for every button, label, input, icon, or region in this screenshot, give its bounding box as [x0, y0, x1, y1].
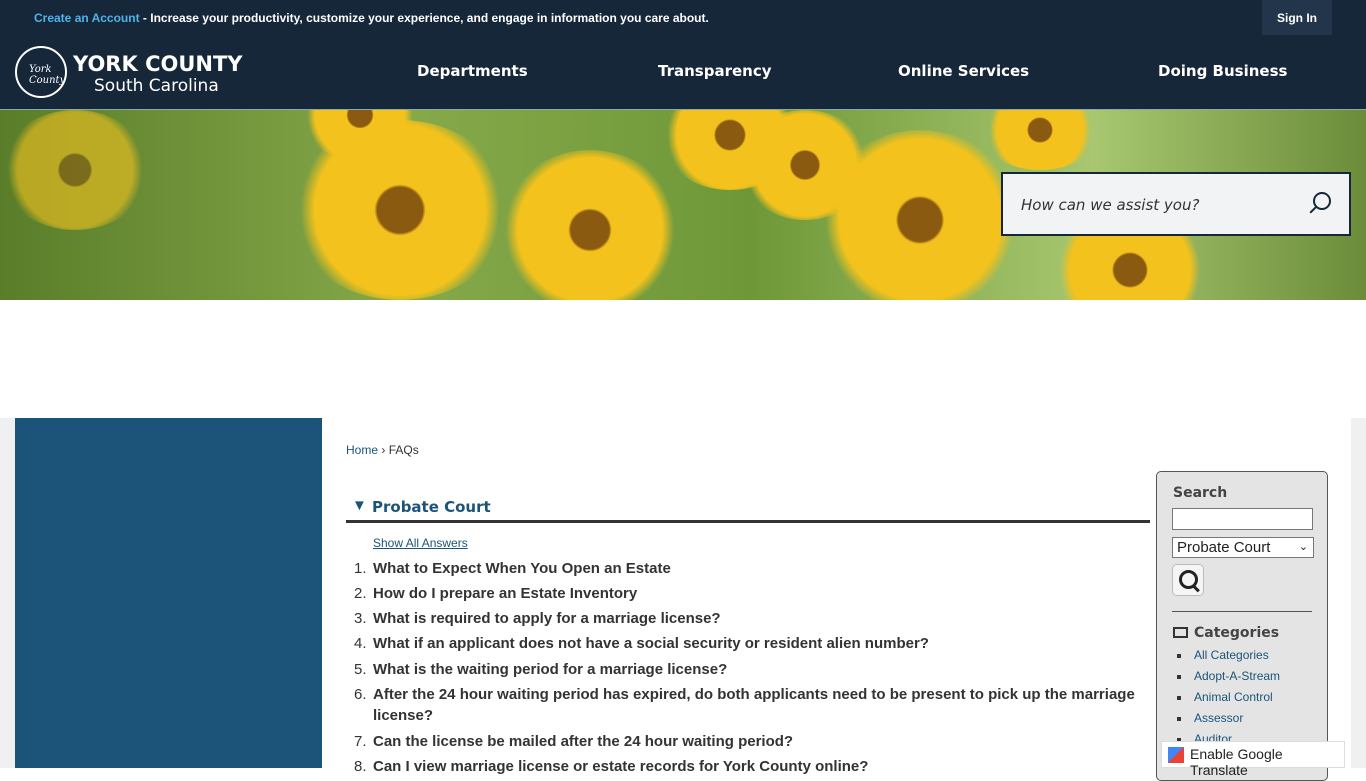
breadcrumb: Home › FAQs: [346, 443, 419, 457]
account-promo-text: - Increase your productivity, customize …: [139, 11, 709, 25]
faq-item[interactable]: 7. Can the license be mailed after the 24…: [346, 731, 1150, 752]
left-sidebar: [15, 418, 322, 768]
faq-item[interactable]: 8. Can I view marriage license or estate …: [346, 756, 1150, 777]
logo-title: YORK COUNTY: [73, 52, 243, 76]
create-account-link[interactable]: Create an Account: [34, 11, 140, 25]
google-translate-icon: [1168, 747, 1184, 763]
faq-item[interactable]: 5. What is the waiting period for a marri…: [346, 659, 1150, 680]
county-seal-icon: York County: [15, 46, 67, 98]
logo-subtitle: South Carolina: [94, 76, 219, 96]
account-message: Create an Account - Increase your produc…: [34, 11, 709, 25]
search-icon[interactable]: [1313, 192, 1331, 210]
logo[interactable]: York County YORK COUNTY South Carolina: [15, 42, 255, 102]
divider: [1172, 611, 1312, 612]
category-select[interactable]: Probate Court ⌄: [1172, 537, 1314, 558]
category-link[interactable]: Adopt-A-Stream: [1177, 669, 1280, 690]
site-search-input[interactable]: How can we assist you?: [1021, 196, 1199, 214]
faq-item[interactable]: 1. What to Expect When You Open an Estate: [346, 558, 1150, 579]
breadcrumb-separator: ›: [381, 443, 386, 457]
category-link[interactable]: Animal Control: [1177, 690, 1280, 711]
faq-item[interactable]: 2. How do I prepare an Estate Inventory: [346, 583, 1150, 604]
nav-transparency[interactable]: Transparency: [658, 62, 772, 80]
faq-search-input[interactable]: [1172, 508, 1313, 530]
book-icon: [1173, 627, 1188, 638]
faq-item[interactable]: 3. What is required to apply for a marria…: [346, 608, 1150, 629]
category-title: Probate Court: [372, 498, 491, 516]
show-all-answers-link[interactable]: Show All Answers: [373, 536, 468, 550]
categories-heading: Categories: [1173, 625, 1279, 641]
search-button[interactable]: [1172, 564, 1204, 596]
search-heading: Search: [1173, 485, 1228, 501]
breadcrumb-home[interactable]: Home: [346, 443, 378, 457]
chevron-down-icon: ⌄: [1298, 541, 1308, 553]
category-link[interactable]: All Categories: [1177, 648, 1280, 669]
page-gutter: [0, 418, 15, 768]
collapse-triangle-icon[interactable]: ▼: [352, 497, 367, 514]
category-header[interactable]: ▼ Probate Court: [346, 497, 1150, 523]
main-nav: York County YORK COUNTY South Carolina D…: [0, 36, 1366, 110]
nav-departments[interactable]: Departments: [417, 62, 528, 80]
breadcrumb-current: FAQs: [388, 443, 419, 457]
category-link[interactable]: Assessor: [1177, 711, 1280, 732]
nav-doing-business[interactable]: Doing Business: [1158, 62, 1287, 80]
page-gutter: [1351, 418, 1366, 768]
nav-online-services[interactable]: Online Services: [898, 62, 1029, 80]
faq-item[interactable]: 4. What if an applicant does not have a s…: [346, 633, 1150, 654]
site-search[interactable]: How can we assist you?: [1001, 172, 1351, 236]
faq-search-panel: Search Probate Court ⌄ Categories All Cat…: [1156, 471, 1328, 781]
faq-item[interactable]: 6. After the 24 hour waiting period has e…: [346, 684, 1150, 726]
top-bar: Create an Account - Increase your produc…: [0, 0, 1366, 36]
sign-in-button[interactable]: Sign In: [1262, 0, 1332, 35]
google-translate-button[interactable]: Enable Google Translate: [1161, 741, 1345, 778]
